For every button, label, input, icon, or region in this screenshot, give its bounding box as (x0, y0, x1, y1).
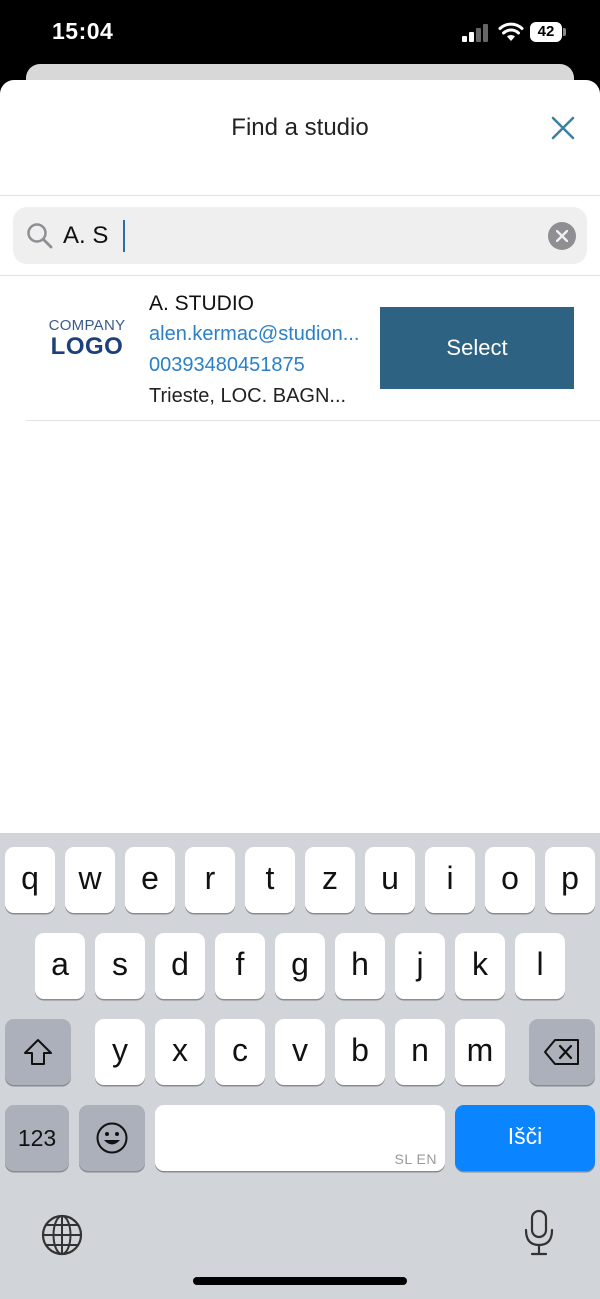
key-b[interactable]: b (335, 1019, 385, 1085)
search-go-key[interactable]: Išči (455, 1105, 595, 1171)
clear-search-button[interactable] (548, 222, 576, 250)
key-c[interactable]: c (215, 1019, 265, 1085)
key-q[interactable]: q (5, 847, 55, 913)
key-z[interactable]: z (305, 847, 355, 913)
key-w[interactable]: w (65, 847, 115, 913)
keyboard-language-label: SL EN (394, 1151, 437, 1167)
key-p[interactable]: p (545, 847, 595, 913)
key-o[interactable]: o (485, 847, 535, 913)
key-r[interactable]: r (185, 847, 235, 913)
header-divider (0, 195, 600, 196)
key-f[interactable]: f (215, 933, 265, 999)
company-logo: COMPANY LOGO (48, 318, 126, 368)
emoji-icon (96, 1122, 128, 1154)
text-cursor (123, 220, 125, 252)
key-x[interactable]: x (155, 1019, 205, 1085)
search-icon (27, 223, 53, 249)
studio-phone-link[interactable]: 00393480451875 (149, 350, 364, 381)
key-t[interactable]: t (245, 847, 295, 913)
status-time: 15:04 (52, 18, 114, 44)
key-k[interactable]: k (455, 933, 505, 999)
studio-address: Trieste, LOC. BAGN... (149, 385, 347, 407)
emoji-key[interactable] (79, 1105, 145, 1171)
key-s[interactable]: s (95, 933, 145, 999)
microphone-icon[interactable] (522, 1209, 556, 1257)
backspace-key[interactable] (529, 1019, 595, 1085)
key-d[interactable]: d (155, 933, 205, 999)
sheet-title: Find a studio (231, 114, 369, 141)
shift-icon (24, 1039, 52, 1065)
studio-info: A. STUDIO alen.kermac@studion... 0039348… (149, 288, 364, 412)
select-button[interactable]: Select (380, 307, 574, 389)
close-button[interactable] (548, 113, 578, 143)
key-i[interactable]: i (425, 847, 475, 913)
clear-icon (556, 230, 568, 242)
key-u[interactable]: u (365, 847, 415, 913)
studio-name: A. STUDIO (149, 292, 255, 315)
space-key[interactable]: SL EN (155, 1105, 445, 1171)
studio-email-link[interactable]: alen.kermac@studion... (149, 319, 364, 350)
status-bar: 15:04 42 (0, 0, 600, 64)
close-icon (551, 116, 575, 140)
key-e[interactable]: e (125, 847, 175, 913)
key-a[interactable]: a (35, 933, 85, 999)
home-indicator[interactable] (193, 1277, 407, 1285)
key-h[interactable]: h (335, 933, 385, 999)
keyboard: q w e r t z u i o p a s d f g h j k l y … (0, 833, 600, 1299)
backspace-icon (544, 1039, 579, 1065)
key-n[interactable]: n (395, 1019, 445, 1085)
globe-icon[interactable] (40, 1213, 84, 1257)
cellular-signal-icon (462, 24, 490, 42)
key-y[interactable]: y (95, 1019, 145, 1085)
wifi-icon (498, 21, 524, 43)
key-m[interactable]: m (455, 1019, 505, 1085)
search-bar[interactable] (13, 207, 587, 264)
key-j[interactable]: j (395, 933, 445, 999)
battery-level: 42 (530, 22, 562, 42)
logo-company-text: COMPANY (48, 317, 126, 334)
battery-icon: 42 (530, 22, 566, 42)
shift-key[interactable] (5, 1019, 71, 1085)
logo-main-text: LOGO (50, 333, 124, 360)
key-g[interactable]: g (275, 933, 325, 999)
numbers-key[interactable]: 123 (5, 1105, 69, 1171)
row-divider (26, 420, 600, 421)
key-l[interactable]: l (515, 933, 565, 999)
search-input[interactable] (63, 221, 533, 251)
studio-result-row[interactable]: COMPANY LOGO A. STUDIO alen.kermac@studi… (26, 276, 600, 421)
key-v[interactable]: v (275, 1019, 325, 1085)
